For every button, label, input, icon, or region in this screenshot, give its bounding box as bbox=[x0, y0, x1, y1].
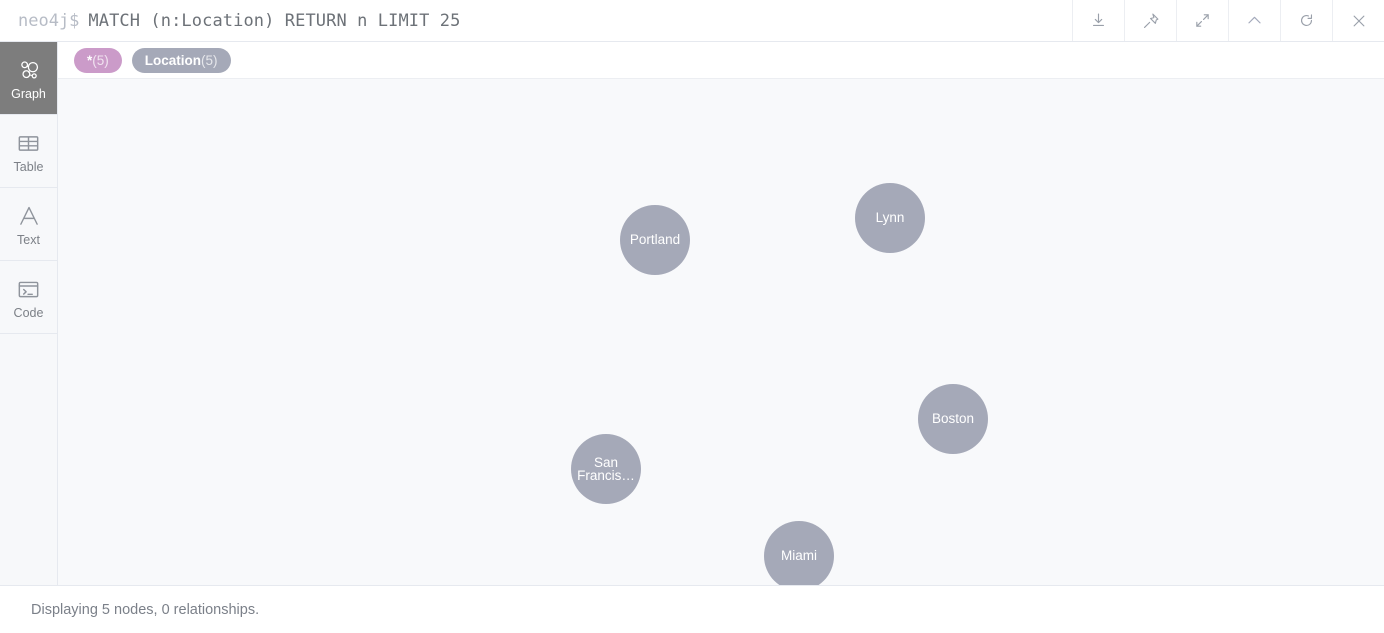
graph-node-label: Boston bbox=[931, 411, 975, 427]
sidebar-item-label: Code bbox=[13, 306, 44, 321]
graph-node-label: Portland bbox=[629, 232, 681, 248]
graph-canvas[interactable]: Portland Lynn Boston San Francis… Miami bbox=[58, 79, 1384, 585]
query-result-frame: neo4j$ MATCH (n:Location) RETURN n LIMIT… bbox=[0, 0, 1384, 633]
sidebar-item-graph[interactable]: Graph bbox=[0, 42, 57, 115]
refresh-icon bbox=[1298, 12, 1315, 29]
text-icon bbox=[16, 201, 42, 231]
legend-chip-all[interactable]: * (5) bbox=[74, 47, 122, 73]
graph-node-miami[interactable]: Miami bbox=[764, 521, 834, 585]
graph-node-label: Lynn bbox=[875, 210, 905, 226]
sidebar-item-label: Text bbox=[17, 233, 40, 248]
legend-chip-count: (5) bbox=[92, 52, 109, 68]
header-actions bbox=[1072, 0, 1384, 41]
sidebar-item-code[interactable]: Code bbox=[0, 261, 57, 334]
status-text: Displaying 5 nodes, 0 relationships. bbox=[31, 601, 260, 618]
download-icon bbox=[1090, 12, 1107, 29]
sidebar-item-table[interactable]: Table bbox=[0, 115, 57, 188]
pin-button[interactable] bbox=[1124, 0, 1176, 41]
rerun-button[interactable] bbox=[1280, 0, 1332, 41]
sidebar-item-label: Table bbox=[13, 160, 44, 175]
graph-node-sanfrancisco[interactable]: San Francis… bbox=[571, 434, 641, 504]
collapse-button[interactable] bbox=[1228, 0, 1280, 41]
graph-node-lynn[interactable]: Lynn bbox=[855, 183, 925, 253]
sidebar-item-label: Graph bbox=[11, 87, 46, 102]
graph-icon bbox=[16, 55, 42, 85]
graph-view: * (5) Location (5) Portland Lynn Boston San Fr… bbox=[58, 42, 1384, 585]
close-icon bbox=[1350, 12, 1368, 30]
status-bar: Displaying 5 nodes, 0 relationships. bbox=[0, 585, 1384, 633]
view-sidebar: Graph Table Text Code bbox=[0, 42, 58, 585]
result-body: Graph Table Text Code * (5) Location (5)… bbox=[0, 42, 1384, 585]
legend-bar: * (5) Location (5) bbox=[58, 42, 1384, 79]
graph-node-boston[interactable]: Boston bbox=[918, 384, 988, 454]
graph-node-label: Miami bbox=[781, 548, 817, 564]
result-header: neo4j$ MATCH (n:Location) RETURN n LIMIT… bbox=[0, 0, 1384, 42]
close-button[interactable] bbox=[1332, 0, 1384, 41]
sidebar-filler bbox=[0, 334, 57, 585]
expand-icon bbox=[1194, 12, 1211, 29]
graph-node-label: San Francis… bbox=[577, 454, 635, 483]
prompt-label: neo4j$ bbox=[18, 10, 80, 31]
legend-chip-name: Location bbox=[144, 52, 202, 68]
sidebar-item-text[interactable]: Text bbox=[0, 188, 57, 261]
query-display[interactable]: neo4j$ MATCH (n:Location) RETURN n LIMIT… bbox=[0, 0, 1072, 41]
legend-chip-location[interactable]: Location (5) bbox=[131, 47, 231, 73]
chevron-up-icon bbox=[1245, 11, 1264, 30]
download-button[interactable] bbox=[1072, 0, 1124, 41]
graph-node-portland[interactable]: Portland bbox=[620, 205, 690, 275]
legend-chip-count: (5) bbox=[201, 52, 218, 68]
table-icon bbox=[16, 128, 41, 158]
pin-icon bbox=[1142, 12, 1160, 30]
fullscreen-button[interactable] bbox=[1176, 0, 1228, 41]
code-icon bbox=[16, 274, 41, 304]
query-text: MATCH (n:Location) RETURN n LIMIT 25 bbox=[88, 10, 461, 31]
